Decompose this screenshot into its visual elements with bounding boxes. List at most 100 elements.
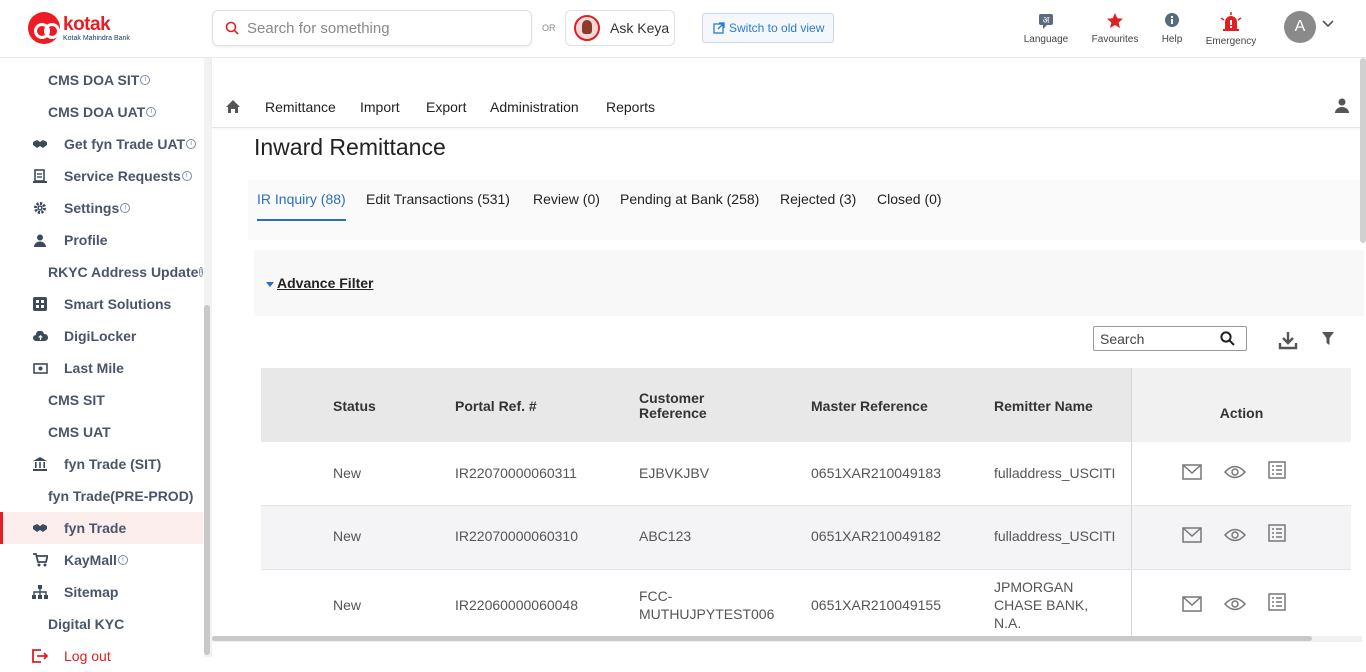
advance-filter-panel: Advance Filter <box>254 250 1364 316</box>
cell-customer-ref: EJBVKJBV <box>639 465 710 481</box>
nav-administration[interactable]: Administration <box>490 99 579 115</box>
person-icon <box>32 232 48 248</box>
cash-icon <box>32 360 48 376</box>
column-master-reference[interactable]: Master Reference <box>811 399 928 414</box>
column-customer-reference[interactable]: Customer Reference <box>639 391 707 421</box>
tab-review[interactable]: Review (0) <box>533 191 600 219</box>
info-icon[interactable]: i <box>181 171 192 181</box>
sidebar-item-cms-uat[interactable]: CMS UAT <box>0 416 203 448</box>
horizontal-scrollbar-thumb[interactable] <box>212 636 1312 641</box>
search-icon[interactable] <box>1220 331 1235 346</box>
sidebar-item-settings[interactable]: Settings i <box>0 192 203 224</box>
main-content: Remittance Import Export Administration … <box>212 58 1366 657</box>
sidebar-item-kaymall[interactable]: KayMall i <box>0 544 203 576</box>
global-search[interactable] <box>212 10 532 46</box>
details-list-icon[interactable] <box>1268 593 1286 611</box>
info-icon[interactable]: i <box>120 203 131 213</box>
sidebar-item-label: Settings <box>64 200 120 216</box>
global-search-input[interactable] <box>247 19 517 37</box>
person-icon[interactable] <box>1335 98 1349 113</box>
cell-status: New <box>333 528 362 544</box>
mail-icon[interactable] <box>1182 596 1202 612</box>
help-button[interactable]: Help <box>1154 12 1190 45</box>
tab-ir-inquiry[interactable]: IR Inquiry (88) <box>257 191 346 221</box>
ask-keya-button[interactable]: Ask Keya <box>565 10 675 46</box>
cart-icon <box>32 552 48 568</box>
chevron-down-icon[interactable] <box>1322 20 1334 28</box>
tab-bar: IR Inquiry (88) Edit Transactions (531) … <box>248 180 1362 240</box>
eye-icon[interactable] <box>1224 527 1246 543</box>
kotak-logo[interactable]: kotak Kotak Mahindra Bank <box>28 12 130 44</box>
sidebar-item-digilocker[interactable]: DigiLocker <box>0 320 203 352</box>
sidebar-item-fyn-trade-pre-prod[interactable]: fyn Trade(PRE-PROD) <box>0 480 203 512</box>
nav-export[interactable]: Export <box>426 99 466 115</box>
search-icon <box>225 21 239 35</box>
home-icon[interactable] <box>225 99 241 114</box>
sidebar-item-label: fyn Trade <box>64 520 127 536</box>
sidebar-item-label: DigiLocker <box>64 328 137 344</box>
details-list-icon[interactable] <box>1268 461 1286 479</box>
table-row[interactable]: New IR22070000060310 ABC123 0651XAR21004… <box>261 506 1351 570</box>
eye-icon[interactable] <box>1224 464 1246 480</box>
column-portal-ref[interactable]: Portal Ref. # <box>455 399 537 414</box>
table-search[interactable] <box>1093 326 1247 351</box>
svg-text:अ: अ <box>1043 16 1051 26</box>
tab-rejected[interactable]: Rejected (3) <box>780 191 856 219</box>
cell-portal-ref: IR22070000060311 <box>455 465 577 481</box>
sitemap-icon <box>32 584 48 600</box>
cell-customer-ref: ABC123 <box>639 528 692 544</box>
emergency-button[interactable]: Emergency <box>1204 12 1258 47</box>
sidebar-item-cms-sit[interactable]: CMS SIT <box>0 384 203 416</box>
sidebar-item-cms-doa-sit[interactable]: CMS DOA SIT i <box>0 64 203 96</box>
sidebar-item-service-requests[interactable]: Service Requests i <box>0 160 203 192</box>
user-avatar[interactable]: A <box>1284 11 1316 43</box>
sidebar-item-sitemap[interactable]: Sitemap <box>0 576 203 608</box>
switch-old-view-button[interactable]: Switch to old view <box>702 13 834 43</box>
nav-import[interactable]: Import <box>360 99 400 115</box>
sidebar-item-fyn-trade[interactable]: fyn Trade <box>0 512 203 544</box>
advance-filter-toggle[interactable]: Advance Filter <box>266 275 373 291</box>
sidebar-item-log-out[interactable]: Log out <box>0 640 203 672</box>
column-status[interactable]: Status <box>333 399 376 414</box>
cell-master-ref: 0651XAR210049183 <box>811 465 942 481</box>
table-row[interactable]: New IR22070000060311 EJBVKJBV 0651XAR210… <box>261 442 1351 506</box>
tab-pending-at-bank[interactable]: Pending at Bank (258) <box>620 191 759 219</box>
vertical-scrollbar-thumb[interactable] <box>1360 58 1366 243</box>
row-actions <box>1131 442 1351 505</box>
sidebar-item-fyn-trade-sit[interactable]: fyn Trade (SIT) <box>0 448 203 480</box>
info-icon[interactable]: i <box>199 267 203 277</box>
mail-icon[interactable] <box>1182 464 1202 480</box>
sidebar-item-label: CMS SIT <box>48 392 105 408</box>
language-button[interactable]: अ Language <box>1022 12 1070 45</box>
info-icon[interactable]: i <box>146 107 157 117</box>
info-icon[interactable]: i <box>186 139 197 149</box>
handshake-icon <box>32 520 48 536</box>
sidebar-item-last-mile[interactable]: Last Mile <box>0 352 203 384</box>
favourites-button[interactable]: Favourites <box>1090 12 1140 45</box>
sidebar-item-smart-solutions[interactable]: Smart Solutions <box>0 288 203 320</box>
filter-icon[interactable] <box>1322 332 1334 346</box>
module-navbar: Remittance Import Export Administration … <box>212 58 1362 128</box>
cell-customer-ref: FCC- MUTHUJPYTEST006 <box>639 588 775 622</box>
info-icon[interactable]: i <box>117 555 128 565</box>
logout-icon <box>32 648 48 664</box>
tab-edit-transactions[interactable]: Edit Transactions (531) <box>366 191 510 219</box>
download-icon[interactable] <box>1278 330 1298 350</box>
nav-remittance[interactable]: Remittance <box>265 99 336 115</box>
tab-closed[interactable]: Closed (0) <box>877 191 942 219</box>
info-icon[interactable]: i <box>140 75 151 85</box>
details-list-icon[interactable] <box>1268 524 1286 542</box>
eye-icon[interactable] <box>1224 596 1246 612</box>
sidebar-item-digital-kyc[interactable]: Digital KYC <box>0 608 203 640</box>
table-search-input[interactable] <box>1100 330 1220 347</box>
sidebar-item-profile[interactable]: Profile <box>0 224 203 256</box>
mail-icon[interactable] <box>1182 527 1202 543</box>
column-remitter-name[interactable]: Remitter Name <box>994 399 1093 414</box>
table-row[interactable]: New IR22060000060048 FCC- MUTHUJPYTEST00… <box>261 570 1351 642</box>
nav-reports[interactable]: Reports <box>606 99 655 115</box>
sidebar-scrollbar-thumb[interactable] <box>204 305 210 655</box>
sidebar-item-get-fyn-trade-uat[interactable]: Get fyn Trade UAT i <box>0 128 203 160</box>
sidebar-item-label: Profile <box>64 232 108 248</box>
sidebar-item-rkyc-address-update[interactable]: RKYC Address Update i <box>0 256 203 288</box>
sidebar-item-cms-doa-uat[interactable]: CMS DOA UAT i <box>0 96 203 128</box>
